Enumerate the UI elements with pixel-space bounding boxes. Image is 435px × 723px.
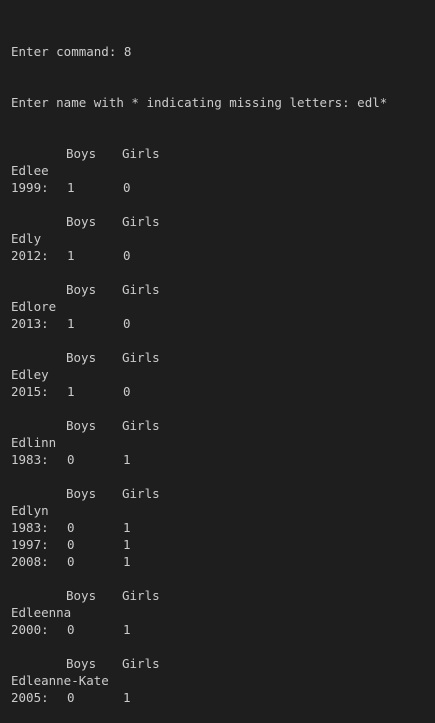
girls-header: Girls [122, 486, 160, 501]
boys-count: 1 [67, 180, 75, 195]
girls-header: Girls [122, 418, 160, 433]
column-header: Boys Girls [11, 485, 435, 502]
year-cell: 1983: [11, 452, 49, 467]
boys-count: 0 [67, 554, 75, 569]
boys-count: 0 [67, 690, 75, 705]
girls-count: 1 [123, 537, 131, 552]
girls-header: Girls [122, 282, 160, 297]
result-row: 2008: 0 1 [11, 553, 435, 570]
boys-header: Boys [66, 350, 97, 365]
result-name: Edlinn [11, 435, 57, 450]
result-name: Edly [11, 231, 42, 246]
girls-header: Girls [122, 588, 160, 603]
command-prompt-line: Enter command: 8 [11, 44, 132, 59]
result-row: 2012: 1 0 [11, 247, 435, 264]
result-row: 2015: 1 0 [11, 383, 435, 400]
girls-header: Girls [122, 214, 160, 229]
boys-header: Boys [66, 214, 97, 229]
year-cell: 2008: [11, 554, 49, 569]
column-header: Boys Girls [11, 417, 435, 434]
girls-count: 1 [123, 690, 131, 705]
column-header: Boys Girls [11, 145, 435, 162]
column-header: Boys Girls [11, 587, 435, 604]
girls-count: 1 [123, 622, 131, 637]
result-row: 2013: 1 0 [11, 315, 435, 332]
boys-count: 1 [67, 248, 75, 263]
year-cell: 1997: [11, 537, 49, 552]
year-cell: 2000: [11, 622, 49, 637]
year-cell: 2013: [11, 316, 49, 331]
boys-count: 1 [67, 384, 75, 399]
result-row: 1997: 0 1 [11, 536, 435, 553]
terminal-output[interactable]: Enter command: 8 Enter name with * indic… [0, 0, 435, 705]
boys-header: Boys [66, 588, 97, 603]
result-name: Edley [11, 367, 49, 382]
column-header: Boys Girls [11, 281, 435, 298]
boys-count: 1 [67, 316, 75, 331]
boys-count: 0 [67, 452, 75, 467]
boys-header: Boys [66, 282, 97, 297]
boys-header: Boys [66, 486, 97, 501]
column-header: Boys Girls [11, 655, 435, 672]
boys-header: Boys [66, 418, 97, 433]
girls-count: 0 [123, 316, 131, 331]
result-name: Edlee [11, 163, 49, 178]
boys-count: 0 [67, 622, 75, 637]
year-cell: 2005: [11, 690, 49, 705]
boys-header: Boys [66, 656, 97, 671]
result-row: 1999: 1 0 [11, 179, 435, 196]
boys-header: Boys [66, 146, 97, 161]
result-name: Edlyn [11, 503, 49, 518]
girls-header: Girls [122, 350, 160, 365]
query-line: Enter name with * indicating missing let… [11, 95, 388, 110]
girls-count: 0 [123, 384, 131, 399]
result-name: Edleanne-Kate [11, 673, 109, 688]
result-row: 2005: 0 1 [11, 689, 435, 706]
result-name: Edleenna [11, 605, 72, 620]
year-cell: 2015: [11, 384, 49, 399]
year-cell: 1983: [11, 520, 49, 535]
column-header: Boys Girls [11, 213, 435, 230]
girls-count: 1 [123, 554, 131, 569]
girls-count: 1 [123, 452, 131, 467]
boys-count: 0 [67, 537, 75, 552]
result-row: 1983: 0 1 [11, 519, 435, 536]
girls-count: 0 [123, 248, 131, 263]
year-cell: 1999: [11, 180, 49, 195]
result-row: 2000: 0 1 [11, 621, 435, 638]
girls-count: 0 [123, 180, 131, 195]
column-header: Boys Girls [11, 349, 435, 366]
boys-count: 0 [67, 520, 75, 535]
girls-count: 1 [123, 520, 131, 535]
result-row: 1983: 0 1 [11, 451, 435, 468]
year-cell: 2012: [11, 248, 49, 263]
girls-header: Girls [122, 656, 160, 671]
results-list: Boys Girls Edlee 1999: 1 0 Boys Girls Edly 2012: 1… [11, 145, 435, 706]
result-name: Edlore [11, 299, 57, 314]
girls-header: Girls [122, 146, 160, 161]
